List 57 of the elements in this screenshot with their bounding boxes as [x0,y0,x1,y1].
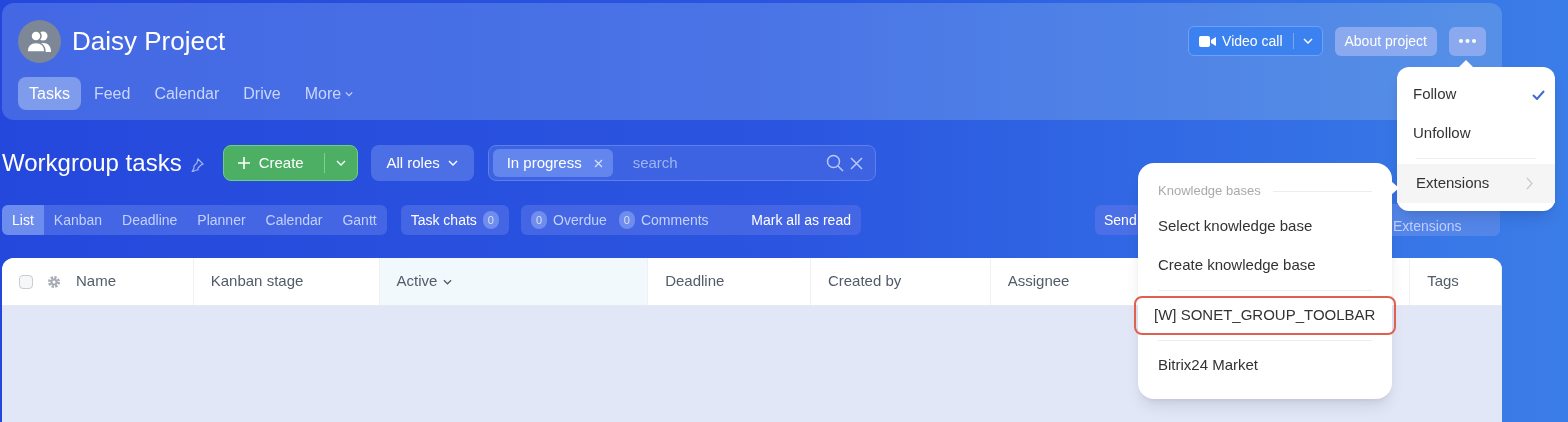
plus-icon [237,157,250,169]
more-dots-icon [1459,39,1476,43]
menu-item[interactable]: Unfollow [1397,114,1555,153]
count-badge: 0 [530,210,548,230]
chevron-down-icon [447,160,458,166]
close-icon[interactable] [849,156,863,170]
nav-tab[interactable]: Feed [82,77,142,110]
view-tab[interactable]: Kanban [43,205,113,235]
nav-tab[interactable]: Drive [232,77,292,110]
menu-item[interactable]: Extensions [1397,164,1555,203]
view-tab[interactable]: List [2,205,44,235]
view-tab[interactable]: Planner [187,205,256,235]
view-tab[interactable]: Deadline [112,205,188,235]
column-header[interactable]: Kanban stage [193,258,380,305]
chevron-down-icon [335,160,346,166]
people-icon [26,30,53,52]
roles-dropdown[interactable]: All roles [370,145,474,181]
search-icon[interactable] [825,154,844,172]
nav-tab[interactable]: Calendar [143,77,231,110]
project-title: Daisy Project [72,24,226,58]
about-project-button[interactable]: About project [1334,26,1437,56]
search-input[interactable]: search [632,151,803,175]
menu-item[interactable]: Follow [1397,75,1555,114]
task-chats-button[interactable]: Task chats 0 [400,205,509,235]
menu-item[interactable]: [W] SONET_GROUP_TOOLBAR [1134,296,1396,335]
more-tab[interactable]: More [293,77,365,110]
menu-section-header: Knowledge bases [1158,182,1261,201]
count-badge: 0 [618,210,635,230]
count-badge: 0 [482,210,499,230]
chevron-down-icon [1302,38,1313,44]
counter-button[interactable]: 0 Overdue [530,209,607,231]
video-camera-icon [1199,35,1217,47]
close-icon[interactable] [593,158,603,168]
menu-item[interactable]: Create knowledge base [1138,246,1392,285]
more-button[interactable] [1449,26,1486,56]
counter-button[interactable]: 0 Comments [618,209,709,231]
chevron-right-icon [1526,177,1533,190]
chevron-down-icon [443,278,453,285]
filter-chip[interactable]: In progress [492,149,613,177]
column-header[interactable]: Created by [810,258,991,305]
page-title: Workgroup tasks [2,148,182,178]
create-button[interactable]: Create [222,145,358,181]
column-header[interactable]: Tags [1410,258,1502,305]
view-tab[interactable]: Calendar [255,205,333,235]
menu-item[interactable]: Bitrix24 Market [1138,346,1392,385]
column-header[interactable]: Active [379,258,649,305]
search-field[interactable]: In progress search [487,145,876,181]
nav-tab[interactable]: Tasks [18,77,81,110]
video-call-button[interactable]: Video call [1188,26,1323,56]
pin-icon[interactable] [189,158,204,172]
chevron-down-icon [345,90,354,97]
column-header[interactable]: Name [2,258,194,305]
mark-all-read-link[interactable]: Mark all as read [751,209,851,231]
select-all-checkbox[interactable] [19,274,33,289]
column-header[interactable]: Deadline [648,258,811,305]
view-tab[interactable]: Gantt [332,205,387,235]
settings-icon[interactable] [47,274,61,289]
